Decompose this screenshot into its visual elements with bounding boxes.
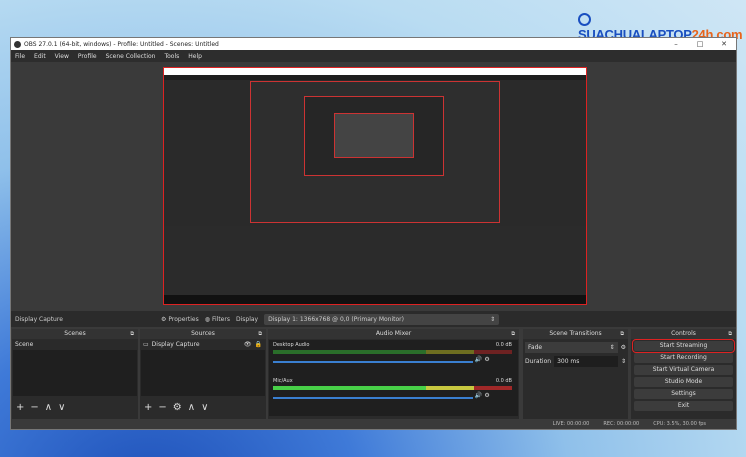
window-title: OBS 27.0.1 (64-bit, windows) - Profile: … <box>24 40 219 48</box>
speaker-icon[interactable]: 🔊 <box>475 356 482 363</box>
gear-icon[interactable]: ⚙ <box>484 392 489 399</box>
menu-edit[interactable]: Edit <box>34 53 46 60</box>
menu-file[interactable]: File <box>15 53 25 60</box>
menu-view[interactable]: View <box>55 53 69 60</box>
add-icon[interactable]: + <box>144 402 152 413</box>
obs-window: OBS 27.0.1 (64-bit, windows) - Profile: … <box>10 37 737 430</box>
gear-icon: ⚙ <box>161 315 167 323</box>
start-virtual-camera-button[interactable]: Start Virtual Camera <box>634 365 733 375</box>
up-icon[interactable]: ∧ <box>188 402 195 413</box>
display-label: Display <box>235 315 259 323</box>
scene-name: Scene <box>15 341 34 348</box>
controls-dock: Controls ⧉ Start Streaming Start Recordin… <box>631 329 736 419</box>
updown-icon: ⇕ <box>609 344 615 351</box>
volume-meter <box>273 386 512 390</box>
duration-input[interactable]: 300 ms <box>554 356 618 367</box>
remove-icon[interactable]: − <box>30 402 38 413</box>
sources-dock: Sources ⧉ ▭ Display Capture 👁 🔒 + − ⚙ ∧ ∨ <box>140 329 266 419</box>
menu-tools[interactable]: Tools <box>164 53 179 60</box>
start-streaming-button[interactable]: Start Streaming <box>632 339 735 353</box>
transitions-title: Scene Transitions <box>549 330 602 337</box>
volume-slider[interactable] <box>273 396 473 399</box>
eye-icon[interactable]: 👁 <box>244 340 252 350</box>
maximize-button[interactable]: □ <box>688 40 712 48</box>
sources-list: ▭ Display Capture 👁 🔒 <box>141 340 265 396</box>
gear-icon[interactable]: ⚙ <box>621 344 626 351</box>
preview-canvas[interactable] <box>11 62 736 310</box>
channel-db: 0.0 dB <box>495 342 512 348</box>
scenes-dock: Scenes ⧉ Scene + − ∧ ∨ <box>12 329 138 419</box>
add-icon[interactable]: + <box>16 402 24 413</box>
live-status: LIVE: 00:00:00 <box>552 421 590 427</box>
source-item[interactable]: ▭ Display Capture 👁 🔒 <box>141 340 265 350</box>
mixer-title: Audio Mixer <box>375 330 412 337</box>
spin-icon[interactable]: ⇕ <box>621 358 626 365</box>
remove-icon[interactable]: − <box>158 402 166 413</box>
close-button[interactable]: ✕ <box>712 40 736 48</box>
gear-icon[interactable]: ⚙ <box>173 402 182 413</box>
transition-type: Fade <box>528 344 543 351</box>
updown-icon: ⇕ <box>490 315 496 323</box>
filters-label: Filters <box>211 315 230 323</box>
scenes-title: Scenes <box>64 330 86 337</box>
scenes-list: Scene <box>13 340 137 396</box>
settings-button[interactable]: Settings <box>634 389 733 399</box>
gear-icon[interactable]: ⚙ <box>484 356 489 363</box>
menu-scene-collection[interactable]: Scene Collection <box>106 53 156 60</box>
display-value: Display 1: 1366x768 @ 0,0 (Primary Monit… <box>268 315 404 323</box>
float-icon[interactable]: ⧉ <box>258 329 262 339</box>
filters-button[interactable]: ◍ Filters <box>205 316 230 323</box>
cpu-status: CPU: 3.5%, 30.00 fps <box>653 421 706 427</box>
title-bar: OBS 27.0.1 (64-bit, windows) - Profile: … <box>11 38 736 50</box>
properties-label: Properties <box>168 315 199 323</box>
channel-name: Mic/Aux <box>273 378 293 384</box>
float-icon[interactable]: ⧉ <box>130 329 134 339</box>
volume-meter <box>273 350 512 354</box>
speaker-icon[interactable]: 🔊 <box>475 392 482 399</box>
lock-icon[interactable]: 🔒 <box>255 340 262 350</box>
sources-title: Sources <box>191 330 215 337</box>
menu-bar: File Edit View Profile Scene Collection … <box>11 50 736 62</box>
down-icon[interactable]: ∨ <box>201 402 208 413</box>
float-icon[interactable]: ⧉ <box>511 329 515 339</box>
rec-status: REC: 00:00:00 <box>603 421 640 427</box>
exit-button[interactable]: Exit <box>634 401 733 411</box>
selected-source-label: Display Capture <box>15 315 63 323</box>
channel-name: Desktop Audio <box>273 342 310 348</box>
audio-mixer-dock: Audio Mixer ⧉ Desktop Audio 0.0 dB 🔊 ⚙ Mic… <box>268 329 519 419</box>
filter-icon: ◍ <box>204 315 210 323</box>
volume-slider[interactable] <box>273 360 473 363</box>
obs-icon <box>14 40 21 48</box>
mixer-channel: Desktop Audio 0.0 dB 🔊 ⚙ <box>269 340 518 376</box>
controls-title: Controls <box>671 330 696 337</box>
gear-logo-icon <box>578 13 591 26</box>
menu-help[interactable]: Help <box>188 53 202 60</box>
status-bar: LIVE: 00:00:00 REC: 00:00:00 CPU: 3.5%, … <box>11 419 736 429</box>
duration-label: Duration <box>525 358 552 365</box>
transition-select[interactable]: Fade ⇕ <box>525 342 618 353</box>
source-toolbar: Display Capture ⚙ Properties ◍ Filters Dis… <box>11 311 736 327</box>
down-icon[interactable]: ∨ <box>58 402 65 413</box>
float-icon[interactable]: ⧉ <box>728 329 732 339</box>
mixer-channel: Mic/Aux 0.0 dB 🔊 ⚙ <box>269 376 518 412</box>
menu-profile[interactable]: Profile <box>78 53 97 60</box>
source-name: Display Capture <box>151 341 200 348</box>
properties-button[interactable]: ⚙ Properties <box>161 316 199 323</box>
channel-db: 0.0 dB <box>495 378 512 384</box>
up-icon[interactable]: ∧ <box>45 402 52 413</box>
minimize-button[interactable]: – <box>664 40 688 48</box>
start-recording-button[interactable]: Start Recording <box>634 353 733 363</box>
studio-mode-button[interactable]: Studio Mode <box>634 377 733 387</box>
scene-item[interactable]: Scene <box>13 340 137 350</box>
display-select[interactable]: Display 1: 1366x768 @ 0,0 (Primary Monit… <box>264 313 500 325</box>
preview-capture <box>163 67 587 305</box>
monitor-icon: ▭ <box>143 341 149 348</box>
scene-transitions-dock: Scene Transitions ⧉ Fade ⇕ ⚙ Duration 300 ms… <box>523 329 628 419</box>
float-icon[interactable]: ⧉ <box>620 329 624 339</box>
